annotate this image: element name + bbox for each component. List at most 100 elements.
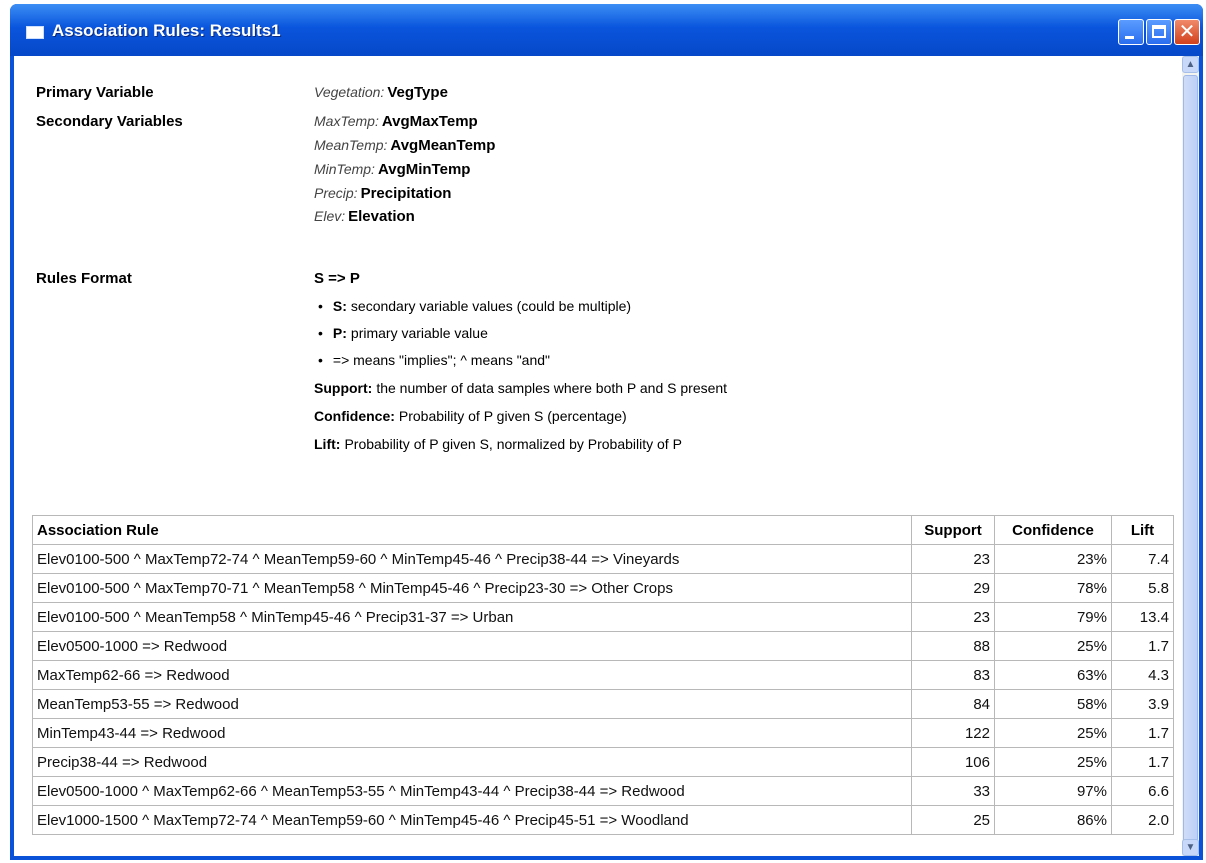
rules-format-label: Rules Format [36,270,132,287]
column-header-confidence[interactable]: Confidence [994,515,1112,545]
confidence-cell: 97% [994,776,1112,806]
support-cell: 88 [911,631,995,661]
table-row[interactable]: Elev1000-1500 ^ MaxTemp72-74 ^ MeanTemp5… [32,805,1174,835]
secondary-variable-name: AvgMinTemp [377,161,471,178]
definition-term: Support: [314,380,373,396]
vertical-scrollbar[interactable]: ▲ ▼ [1182,56,1199,856]
rules-formula: S => P [314,270,360,287]
confidence-cell: 79% [994,602,1112,632]
table-row[interactable]: MeanTemp53-55 => Redwood 84 58% 3.9 [32,689,1174,719]
rule-cell: Elev1000-1500 ^ MaxTemp72-74 ^ MeanTemp5… [32,805,912,835]
window-icon [26,26,44,39]
format-bullet-text: => means "implies"; ^ means "and" [332,352,551,368]
secondary-variable-prefix: Precip: [314,185,358,201]
title-bar[interactable]: Association Rules: Results1 ✕ [10,4,1203,56]
format-bullet-term: P: [332,325,347,341]
support-cell: 84 [911,689,995,719]
scroll-down-button[interactable]: ▼ [1182,839,1199,856]
support-cell: 23 [911,602,995,632]
definition-text: Probability of P given S, normalized by … [344,436,682,452]
chevron-down-icon: ▼ [1185,842,1196,853]
secondary-variable-name: Precipitation [360,185,452,202]
primary-variable-name: VegType [387,84,448,101]
maximize-button[interactable] [1146,19,1172,45]
table-header-row: Association Rule Support Confidence Lift [32,515,1174,545]
column-header-support[interactable]: Support [911,515,995,545]
secondary-variable: MinTemp: AvgMinTemp [314,161,470,178]
secondary-variable-prefix: MinTemp: [314,161,375,177]
table-row[interactable]: Elev0500-1000 ^ MaxTemp62-66 ^ MeanTemp5… [32,776,1174,806]
secondary-variable-prefix: Elev: [314,208,346,224]
support-cell: 25 [911,805,995,835]
column-header-lift[interactable]: Lift [1111,515,1174,545]
lift-cell: 1.7 [1111,631,1174,661]
table-row[interactable]: MaxTemp62-66 => Redwood 83 63% 4.3 [32,660,1174,690]
rule-cell: Elev0100-500 ^ MaxTemp72-74 ^ MeanTemp59… [32,544,912,574]
lift-cell: 3.9 [1111,689,1174,719]
secondary-variable: Elev: Elevation [314,208,415,225]
table-row[interactable]: Elev0100-500 ^ MeanTemp58 ^ MinTemp45-46… [32,602,1174,632]
secondary-variable: Precip: Precipitation [314,185,451,202]
rule-cell: Elev0100-500 ^ MeanTemp58 ^ MinTemp45-46… [32,602,912,632]
support-cell: 29 [911,573,995,603]
definition-text: Probability of P given S (percentage) [398,408,627,424]
lift-cell: 6.6 [1111,776,1174,806]
definition-text: the number of data samples where both P … [376,380,728,396]
secondary-variable-name: AvgMeanTemp [390,137,496,154]
rule-cell: Elev0500-1000 ^ MaxTemp62-66 ^ MeanTemp5… [32,776,912,806]
support-cell: 23 [911,544,995,574]
minimize-icon [1125,36,1134,39]
close-icon: ✕ [1178,21,1196,43]
secondary-variable-prefix: MeanTemp: [314,137,388,153]
scroll-up-button[interactable]: ▲ [1182,56,1199,73]
table-row[interactable]: Elev0500-1000 => Redwood 88 25% 1.7 [32,631,1174,661]
format-bullet-text: secondary variable values (could be mult… [350,298,632,314]
close-button[interactable]: ✕ [1174,19,1200,45]
support-cell: 33 [911,776,995,806]
support-cell: 106 [911,747,995,777]
rule-cell: Elev0100-500 ^ MaxTemp70-71 ^ MeanTemp58… [32,573,912,603]
primary-variable-prefix: Vegetation: [314,84,385,100]
secondary-variable: MaxTemp: AvgMaxTemp [314,113,478,130]
table-row[interactable]: Elev0100-500 ^ MaxTemp70-71 ^ MeanTemp58… [32,573,1174,603]
support-cell: 83 [911,660,995,690]
definition-term: Lift: [314,436,341,452]
confidence-cell: 58% [994,689,1112,719]
table-row[interactable]: Precip38-44 => Redwood 106 25% 1.7 [32,747,1174,777]
format-bullet: S:secondary variable values (could be mu… [314,298,631,314]
results-content: Primary Variable Vegetation: VegType Seco… [14,56,1199,856]
format-bullet-text: primary variable value [350,325,488,341]
definition-term: Confidence: [314,408,395,424]
confidence-cell: 23% [994,544,1112,574]
confidence-definition: Confidence: Probability of P given S (per… [314,408,627,424]
minimize-button[interactable] [1118,19,1144,45]
confidence-cell: 78% [994,573,1112,603]
maximize-icon [1152,25,1166,38]
rule-cell: Elev0500-1000 => Redwood [32,631,912,661]
support-definition: Support: the number of data samples where… [314,380,727,396]
table-row[interactable]: Elev0100-500 ^ MaxTemp72-74 ^ MeanTemp59… [32,544,1174,574]
association-rules-table: Association Rule Support Confidence Lift… [32,515,1174,835]
format-bullet: P:primary variable value [314,325,488,341]
lift-definition: Lift: Probability of P given S, normalize… [314,436,682,452]
lift-cell: 1.7 [1111,718,1174,748]
chevron-up-icon: ▲ [1185,59,1196,70]
format-bullet-term: S: [332,298,347,314]
column-header-rule[interactable]: Association Rule [32,515,912,545]
confidence-cell: 25% [994,718,1112,748]
scrollbar-thumb[interactable] [1183,75,1198,849]
window-title: Association Rules: Results1 [52,21,281,40]
table-row[interactable]: MinTemp43-44 => Redwood 122 25% 1.7 [32,718,1174,748]
format-bullet: => means "implies"; ^ means "and" [314,352,550,368]
primary-variable-value: Vegetation: VegType [314,84,448,101]
lift-cell: 1.7 [1111,747,1174,777]
lift-cell: 4.3 [1111,660,1174,690]
rule-cell: MaxTemp62-66 => Redwood [32,660,912,690]
secondary-variables-label: Secondary Variables [36,113,183,130]
rule-cell: MinTemp43-44 => Redwood [32,718,912,748]
confidence-cell: 25% [994,747,1112,777]
confidence-cell: 25% [994,631,1112,661]
secondary-variable-name: Elevation [348,208,415,225]
rule-cell: Precip38-44 => Redwood [32,747,912,777]
lift-cell: 13.4 [1111,602,1174,632]
